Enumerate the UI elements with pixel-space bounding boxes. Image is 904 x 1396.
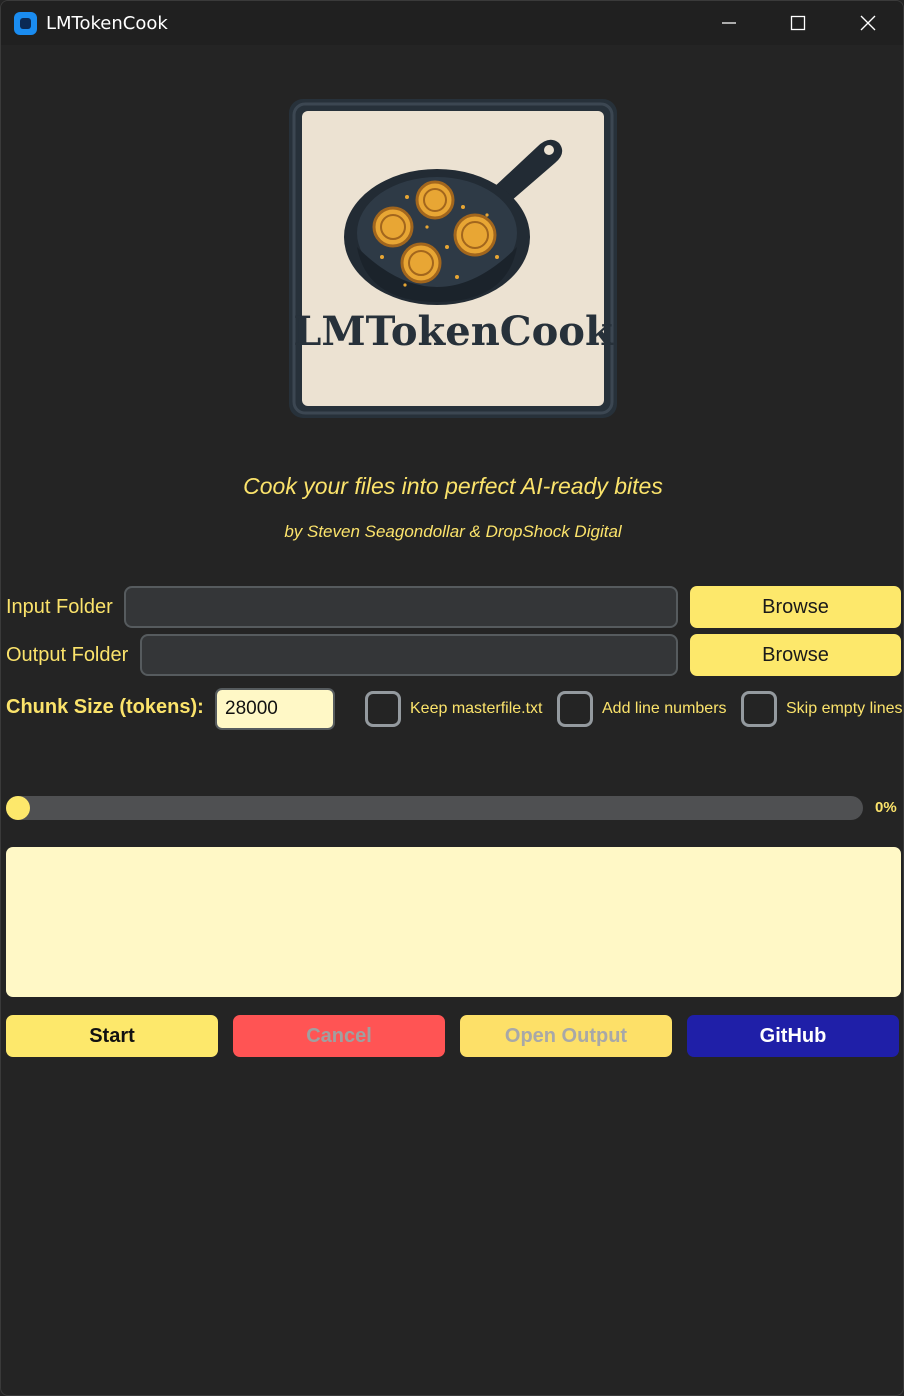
chunk-size-input[interactable] <box>215 688 335 730</box>
progress-bar <box>6 796 863 820</box>
output-browse-button[interactable]: Browse <box>690 634 901 676</box>
byline: by Steven Seagondollar & DropShock Digit… <box>284 522 622 541</box>
keep-masterfile-label[interactable]: Keep masterfile.txt <box>410 700 543 718</box>
cancel-button[interactable]: Cancel <box>233 1015 445 1057</box>
output-folder-label: Output Folder <box>6 644 129 666</box>
skip-empty-lines-label[interactable]: Skip empty lines <box>786 700 903 718</box>
chunk-size-label: Chunk Size (tokens): <box>6 696 204 718</box>
progress-fill <box>6 796 30 820</box>
progress-percent: 0% <box>875 799 897 816</box>
minimize-button[interactable] <box>694 1 764 45</box>
close-button[interactable] <box>833 1 903 45</box>
maximize-button[interactable] <box>763 1 833 45</box>
input-browse-button[interactable]: Browse <box>690 586 901 628</box>
github-button[interactable]: GitHub <box>687 1015 899 1057</box>
input-folder-field[interactable] <box>124 586 678 628</box>
minimize-icon <box>722 22 736 24</box>
output-folder-field[interactable] <box>140 634 678 676</box>
log-output[interactable] <box>6 847 901 997</box>
open-output-button[interactable]: Open Output <box>460 1015 672 1057</box>
title-bar[interactable]: LMTokenCook <box>1 1 903 45</box>
add-line-numbers-label[interactable]: Add line numbers <box>602 700 727 718</box>
add-line-numbers-checkbox[interactable] <box>557 691 593 727</box>
input-folder-label: Input Folder <box>6 596 113 618</box>
frying-pan-coins-logo: LMTokenCook <box>289 99 617 418</box>
app-window: LMTokenCook LMTokenCook Cook your files … <box>0 0 904 1396</box>
maximize-icon <box>790 15 806 31</box>
close-icon <box>860 15 876 31</box>
window-title: LMTokenCook <box>46 13 168 34</box>
tagline: Cook your files into perfect AI-ready bi… <box>243 473 663 499</box>
app-icon <box>14 12 37 35</box>
skip-empty-lines-checkbox[interactable] <box>741 691 777 727</box>
keep-masterfile-checkbox[interactable] <box>365 691 401 727</box>
svg-text:LMTokenCook: LMTokenCook <box>293 308 614 355</box>
start-button[interactable]: Start <box>6 1015 218 1057</box>
